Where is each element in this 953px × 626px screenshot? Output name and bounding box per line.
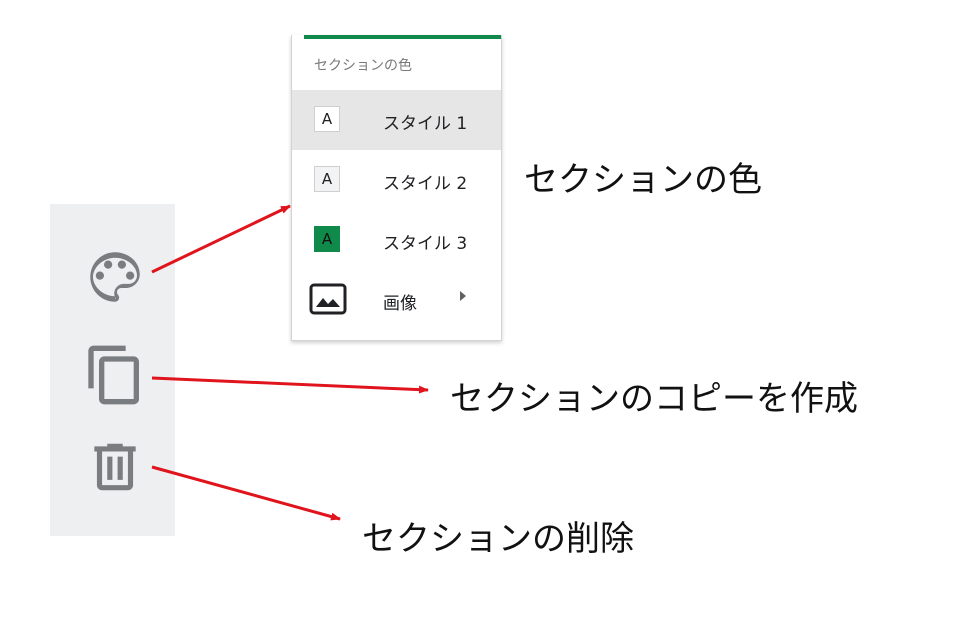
callout-copy-section: セクションのコピーを作成 [450, 379, 858, 419]
callout-section-color: セクションの色 [524, 160, 762, 200]
arrow-to-delete-label [151, 465, 341, 521]
callout-delete-section: セクションの削除 [362, 519, 634, 559]
arrow-to-color-menu [151, 204, 291, 274]
arrow-to-copy-label [151, 376, 429, 394]
